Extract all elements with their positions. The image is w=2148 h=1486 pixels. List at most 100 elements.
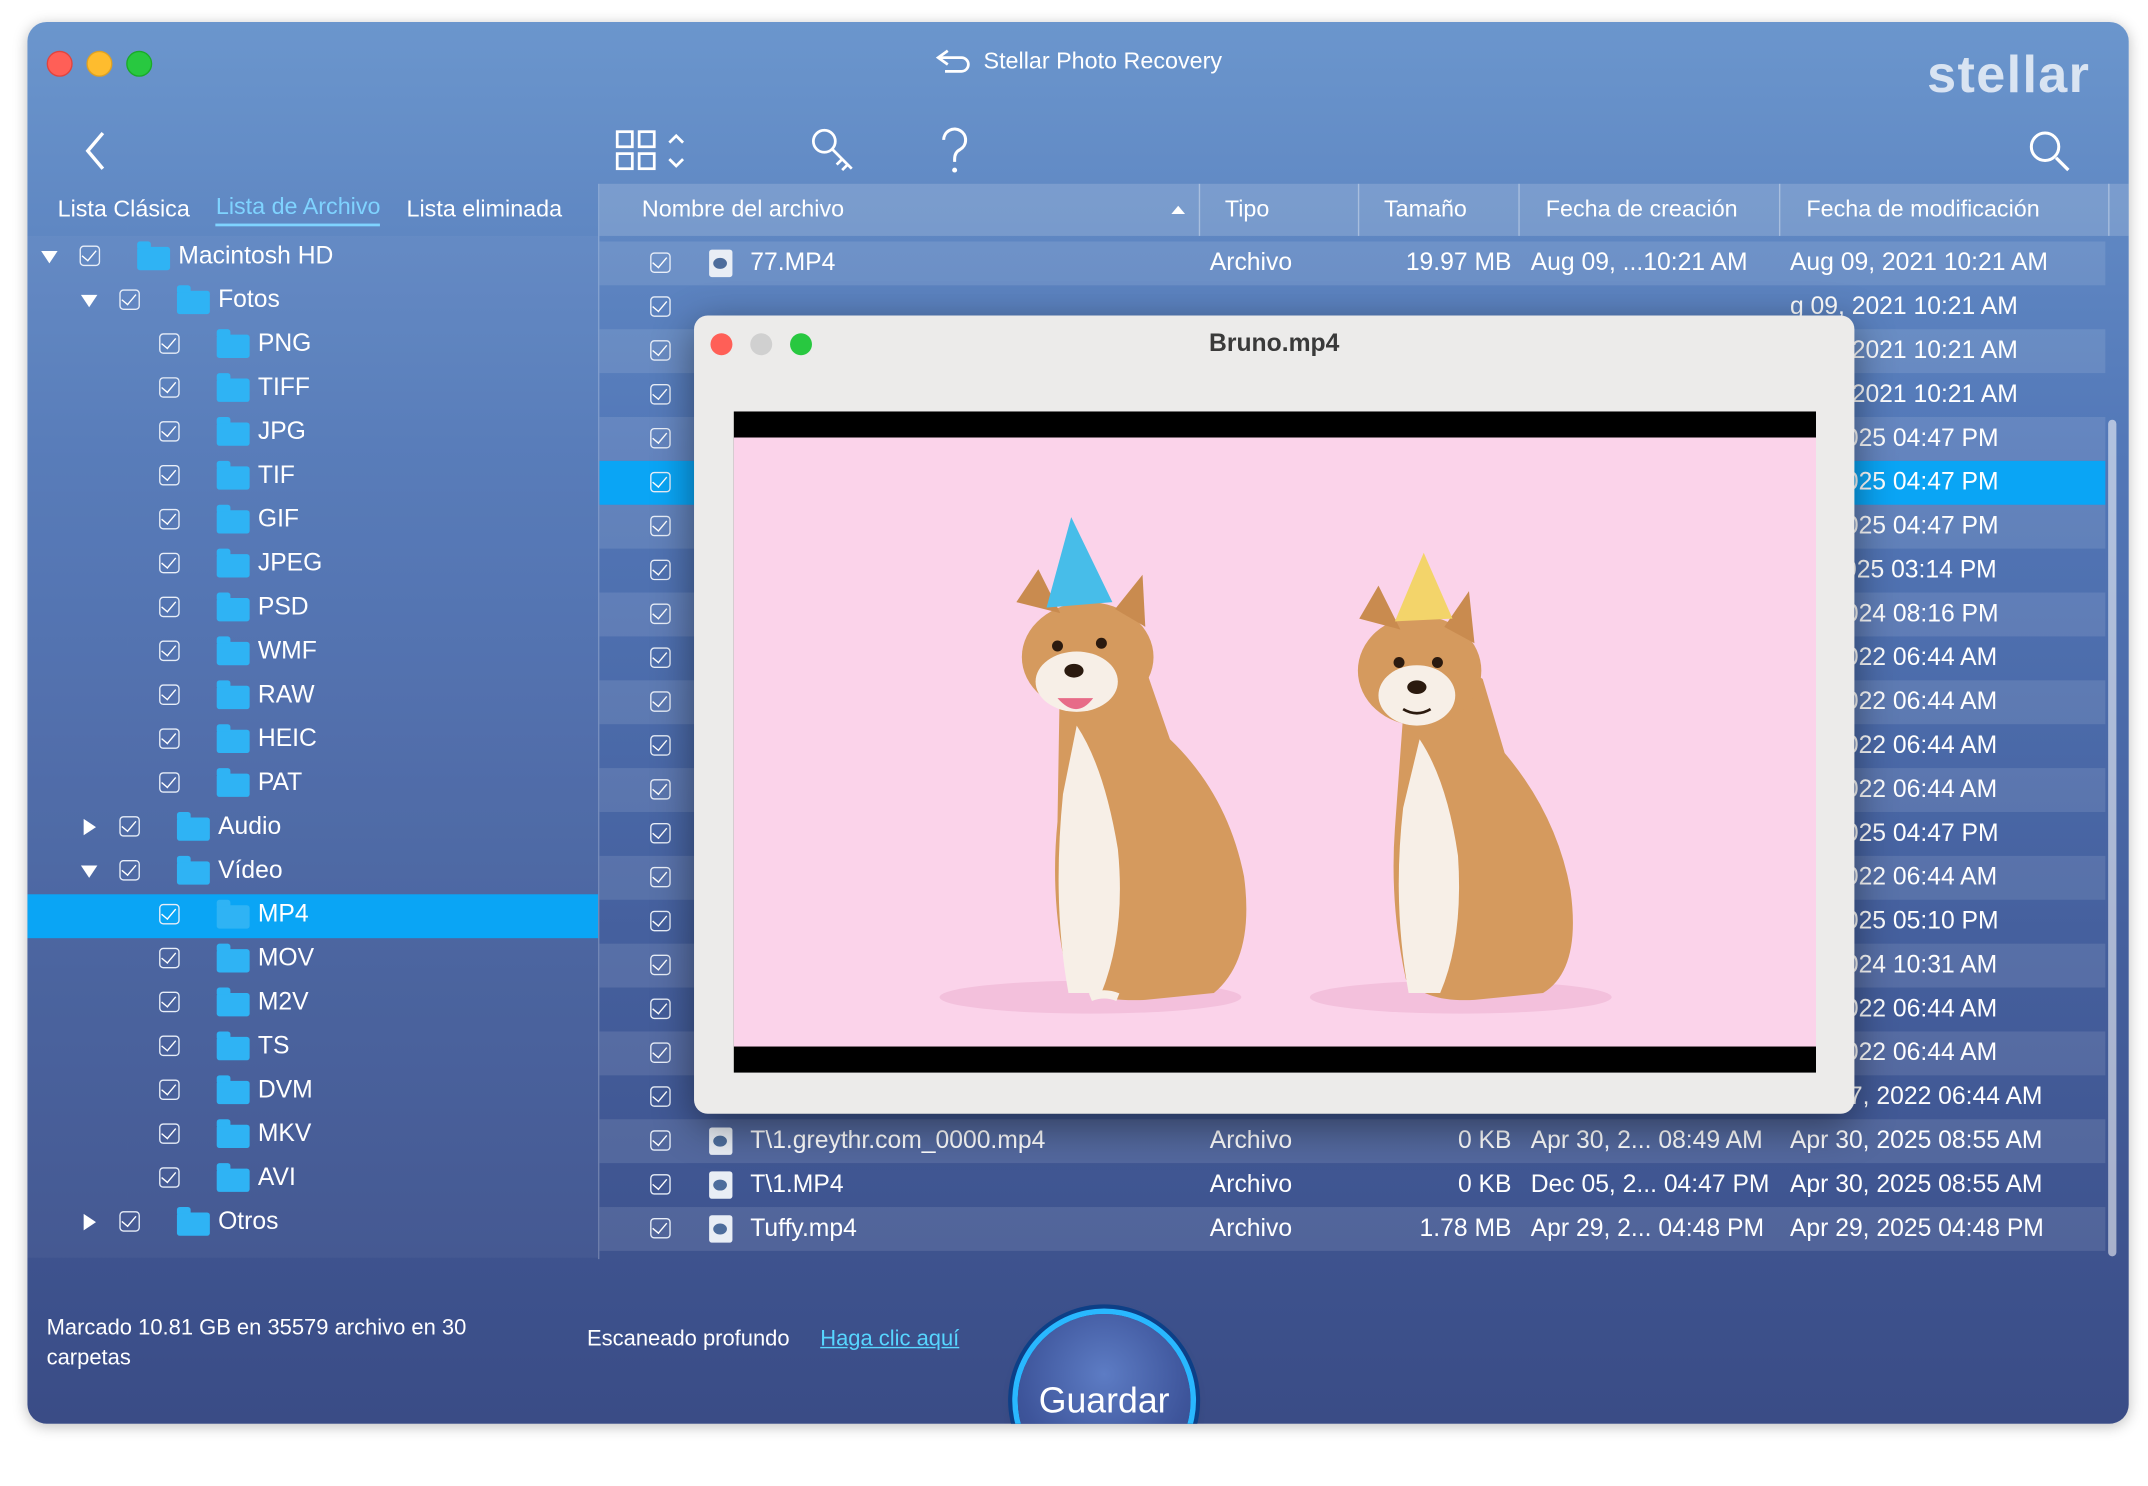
column-header-created[interactable]: Fecha de creación — [1520, 183, 1781, 236]
deep-scan-link[interactable]: Haga clic aquí — [820, 1328, 959, 1353]
tree-checkbox[interactable] — [159, 991, 180, 1013]
row-checkbox[interactable] — [650, 954, 671, 976]
tree-checkbox[interactable] — [159, 464, 180, 486]
tree-item[interactable]: MP4 — [27, 894, 599, 939]
tree-item[interactable]: PSD — [27, 587, 598, 631]
tree-item[interactable]: Otros — [27, 1202, 598, 1246]
row-checkbox[interactable] — [650, 252, 671, 273]
grid-view-icon[interactable] — [614, 129, 691, 173]
tree-checkbox[interactable] — [119, 1211, 140, 1232]
row-checkbox[interactable] — [650, 559, 671, 581]
tree-checkbox[interactable] — [119, 289, 140, 310]
column-header-modified[interactable]: Fecha de modificación — [1780, 183, 2110, 236]
tree-checkbox[interactable] — [159, 728, 180, 749]
tree-checkbox[interactable] — [159, 1035, 180, 1057]
row-checkbox[interactable] — [650, 822, 671, 844]
row-checkbox[interactable] — [650, 1130, 671, 1151]
tree-item[interactable]: MKV — [27, 1114, 598, 1158]
row-checkbox[interactable] — [650, 471, 671, 493]
video-file-icon — [709, 1171, 733, 1199]
tree-checkbox[interactable] — [79, 245, 101, 267]
row-checkbox[interactable] — [650, 735, 671, 756]
tree-item[interactable]: GIF — [27, 499, 598, 543]
row-checkbox[interactable] — [650, 910, 671, 932]
tree-item[interactable]: Vídeo — [27, 850, 598, 894]
row-checkbox[interactable] — [650, 1174, 671, 1195]
row-checkbox[interactable] — [650, 340, 671, 361]
row-checkbox[interactable] — [650, 603, 671, 625]
tab-lista-de-archivo[interactable]: Lista de Archivo — [215, 193, 381, 227]
row-checkbox[interactable] — [650, 866, 671, 888]
tree-item[interactable]: Audio — [27, 807, 598, 851]
tree-checkbox[interactable] — [119, 859, 140, 881]
tree-item[interactable]: Macintosh HD — [27, 236, 598, 280]
tree-checkbox[interactable] — [159, 1079, 180, 1101]
tree-checkbox[interactable] — [159, 903, 180, 925]
collapse-arrow-icon[interactable] — [41, 251, 58, 264]
tree-item[interactable]: JPG — [27, 411, 598, 455]
tree-checkbox[interactable] — [159, 684, 180, 706]
column-header-name[interactable]: Nombre del archivo — [599, 183, 1201, 236]
row-checkbox[interactable] — [650, 296, 671, 317]
column-header-type[interactable]: Tipo — [1200, 183, 1360, 236]
collapse-arrow-icon[interactable] — [80, 294, 98, 308]
tree-checkbox[interactable] — [159, 640, 180, 662]
row-checkbox[interactable] — [650, 998, 671, 1020]
tree-item[interactable]: MOV — [27, 938, 598, 982]
tree-checkbox[interactable] — [159, 377, 180, 398]
tree-checkbox[interactable] — [159, 1123, 180, 1144]
back-icon[interactable] — [82, 129, 109, 173]
tab-lista-eliminada[interactable]: Lista eliminada — [407, 196, 563, 223]
help-icon[interactable] — [938, 126, 971, 175]
tree-item[interactable]: PNG — [27, 324, 598, 368]
tree-item[interactable]: RAW — [27, 675, 598, 719]
tree-checkbox[interactable] — [159, 333, 180, 354]
table-scrollbar[interactable] — [2108, 419, 2117, 1257]
tree-checkbox[interactable] — [159, 508, 180, 530]
tree-checkbox[interactable] — [159, 552, 180, 574]
row-checkbox[interactable] — [650, 1217, 671, 1239]
tree-item[interactable]: AVI — [27, 1158, 598, 1202]
save-button[interactable]: Guardar — [1017, 1313, 1191, 1424]
table-row[interactable]: T\1.MP4 Archivo 0 KB Dec 05, 2... 04:47 PM A… — [599, 1163, 2105, 1207]
tree-checkbox[interactable] — [159, 1167, 180, 1188]
row-checkbox[interactable] — [650, 427, 671, 449]
row-checkbox[interactable] — [650, 1086, 671, 1107]
tree-checkbox[interactable] — [159, 596, 180, 618]
expand-arrow-icon[interactable] — [83, 1213, 97, 1231]
tab-lista-clasica[interactable]: Lista Clásica — [58, 196, 190, 223]
tree-item[interactable]: TIF — [27, 455, 598, 499]
tree-checkbox[interactable] — [159, 421, 180, 442]
row-checkbox[interactable] — [650, 1042, 671, 1063]
row-checkbox[interactable] — [650, 384, 671, 405]
row-checkbox[interactable] — [650, 779, 671, 800]
search-icon[interactable] — [2027, 129, 2071, 173]
cell-modified: Apr 30, 2025 08:55 AM — [1789, 1169, 2043, 1198]
cell-modified: Apr 29, 2025 04:48 PM — [1789, 1213, 2044, 1242]
tree-item[interactable]: Fotos — [27, 280, 598, 324]
table-row[interactable]: Tuffy.mp4 Archivo 1.78 MB Apr 29, 2... 04:4… — [599, 1207, 2106, 1251]
table-row[interactable]: T\1.greythr.com_0000.mp4 Archivo 0 KB Apr 3… — [599, 1119, 2106, 1164]
tree-item[interactable]: JPEG — [27, 543, 598, 587]
tree-item[interactable]: WMF — [27, 631, 598, 675]
tree-item[interactable]: DVM — [27, 1070, 598, 1114]
tree-item[interactable]: TS — [27, 1026, 598, 1070]
column-header-size[interactable]: Tamaño — [1359, 183, 1520, 236]
tree-checkbox[interactable] — [119, 816, 140, 837]
app-logo-icon — [935, 49, 970, 73]
tree-item[interactable]: PAT — [27, 763, 598, 807]
collapse-arrow-icon[interactable] — [80, 865, 98, 878]
video-player[interactable] — [733, 411, 1816, 1073]
tree-item[interactable]: M2V — [27, 982, 598, 1026]
row-checkbox[interactable] — [650, 647, 671, 668]
row-checkbox[interactable] — [650, 515, 671, 537]
tree-item[interactable]: HEIC — [27, 719, 598, 763]
row-checkbox[interactable] — [650, 691, 671, 712]
expand-arrow-icon[interactable] — [83, 818, 97, 836]
tree-checkbox[interactable] — [159, 947, 180, 969]
tree-checkbox[interactable] — [159, 772, 180, 793]
tree-item[interactable]: TIFF — [27, 368, 598, 412]
table-row[interactable]: 77.MP4 Archivo 19.97 MB Aug 09, ...10:21 AM… — [599, 241, 2106, 286]
key-icon[interactable] — [809, 126, 856, 173]
folder-icon — [216, 504, 250, 534]
